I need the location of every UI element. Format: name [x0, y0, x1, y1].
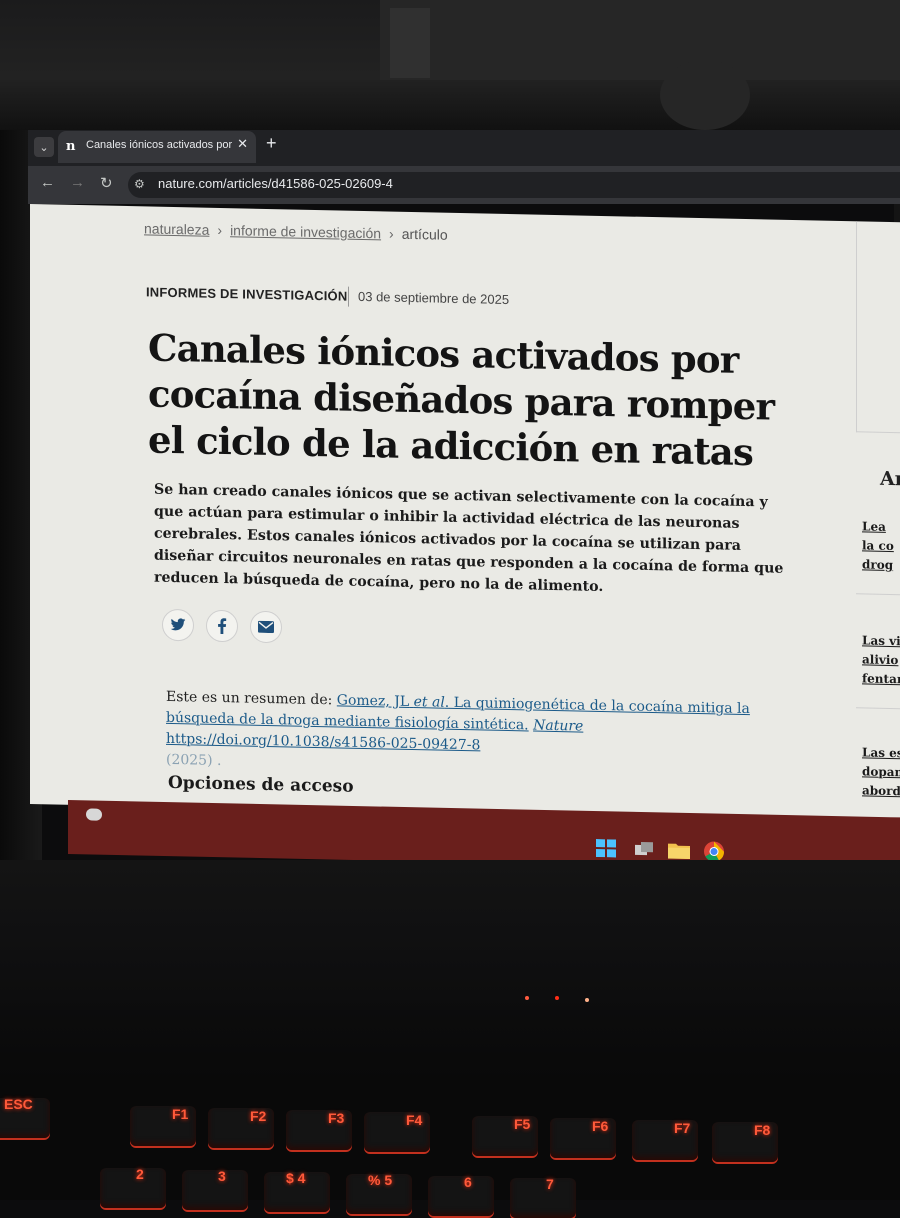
rail-article-link[interactable]: Lea la co drog: [862, 517, 900, 575]
back-arrow-icon[interactable]: ←: [40, 174, 55, 191]
keyboard-key: 7: [510, 1176, 576, 1218]
breadcrumb: naturaleza › informe de investigación › artí…: [144, 220, 448, 242]
summary-prefix: Este es un resumen de:: [166, 688, 333, 709]
keyboard-key: F1: [130, 1106, 196, 1146]
keyboard-key: F5: [472, 1116, 538, 1156]
citation-authors-link[interactable]: Gomez, JL et al: [337, 692, 445, 710]
status-led: [585, 998, 589, 1002]
breadcrumb-item-informe[interactable]: informe de investigación: [230, 222, 381, 241]
keyboard-key: F7: [632, 1120, 698, 1160]
background-object: [660, 60, 750, 130]
keyboard-key: F4: [364, 1112, 430, 1152]
keyboard-key: % 5: [346, 1172, 412, 1214]
right-rail-panel: [856, 221, 900, 434]
rail-heading: Ar: [880, 467, 900, 491]
article-standfirst: Se han creado canales iónicos que se act…: [154, 481, 784, 596]
article-type[interactable]: INFORMES DE INVESTIGACIÓN: [146, 284, 347, 303]
chevron-right-icon: ›: [389, 225, 394, 242]
keyboard-key: ESC: [0, 1096, 50, 1138]
weather-widget-icon[interactable]: [86, 808, 102, 821]
tab-search-chevron-icon[interactable]: ⌄: [34, 137, 54, 157]
citation-journal[interactable]: Nature: [533, 718, 583, 735]
keyboard-key: F8: [712, 1122, 778, 1162]
rail-article-link[interactable]: Las estr dopami abordar: [862, 743, 900, 801]
monitor-chin: [0, 860, 900, 1100]
share-facebook-button[interactable]: [206, 609, 238, 643]
keyboard-key: F3: [286, 1110, 352, 1150]
share-email-button[interactable]: [250, 610, 282, 644]
article-page: naturaleza › informe de investigación › artí…: [30, 204, 900, 823]
email-icon: [258, 620, 274, 634]
tab-title: Canales iónicos activados por c: [86, 139, 232, 151]
breadcrumb-item-naturaleza[interactable]: naturaleza: [144, 220, 209, 237]
url-text[interactable]: nature.com/articles/d41586-025-02609-4: [158, 176, 393, 191]
reload-icon[interactable]: ↻: [100, 174, 113, 192]
share-twitter-button[interactable]: [162, 608, 194, 642]
rail-article-link[interactable]: Las vi alivio fentan: [862, 631, 900, 689]
page-title: Canales iónicos activados por cocaína di…: [148, 325, 775, 475]
keyboard-key: 3: [182, 1168, 248, 1210]
facebook-icon: [218, 618, 227, 635]
keyboard-key: F2: [208, 1108, 274, 1148]
citation-year: (2025) .: [166, 751, 222, 770]
close-tab-icon[interactable]: ✕: [237, 136, 248, 152]
background-shelf: [380, 0, 900, 80]
file-explorer-icon[interactable]: [668, 841, 690, 860]
keyboard-key: $ 4: [264, 1170, 330, 1212]
breadcrumb-item-articulo: artículo: [401, 225, 448, 243]
forward-arrow-icon[interactable]: →: [70, 174, 85, 191]
keyboard-key: F6: [550, 1118, 616, 1158]
chevron-right-icon: ›: [217, 221, 223, 239]
divider: [856, 707, 900, 710]
keyboard-key: 6: [428, 1174, 494, 1216]
citation-doi-link[interactable]: https://doi.org/10.1038/s41586-025-09427…: [166, 731, 480, 754]
access-options-heading: Opciones de acceso: [168, 772, 354, 797]
site-info-icon[interactable]: ⚙: [134, 177, 145, 191]
background-room: [0, 0, 900, 130]
background-object: [390, 8, 430, 78]
chrome-icon[interactable]: [704, 841, 725, 862]
keyboard-key: 2: [100, 1166, 166, 1208]
divider: [856, 593, 900, 596]
twitter-icon: [170, 618, 186, 631]
summary-citation: Este es un resumen de: Gomez, JL et al. …: [166, 687, 786, 784]
browser-tab[interactable]: n Canales iónicos activados por c ✕: [58, 131, 256, 163]
publish-date: 03 de septiembre de 2025: [358, 288, 510, 308]
divider: [348, 286, 349, 307]
laptop-keyboard: ESC F1 F2 F3 F4 F5 F6 F7 F8 2 3 $ 4 % 5 …: [0, 1080, 900, 1218]
task-view-icon[interactable]: [634, 840, 654, 858]
status-led: [525, 996, 529, 1000]
status-led: [555, 996, 559, 1000]
new-tab-button[interactable]: +: [266, 133, 277, 154]
nature-favicon-icon: n: [66, 139, 76, 154]
windows-start-icon[interactable]: [596, 839, 616, 858]
